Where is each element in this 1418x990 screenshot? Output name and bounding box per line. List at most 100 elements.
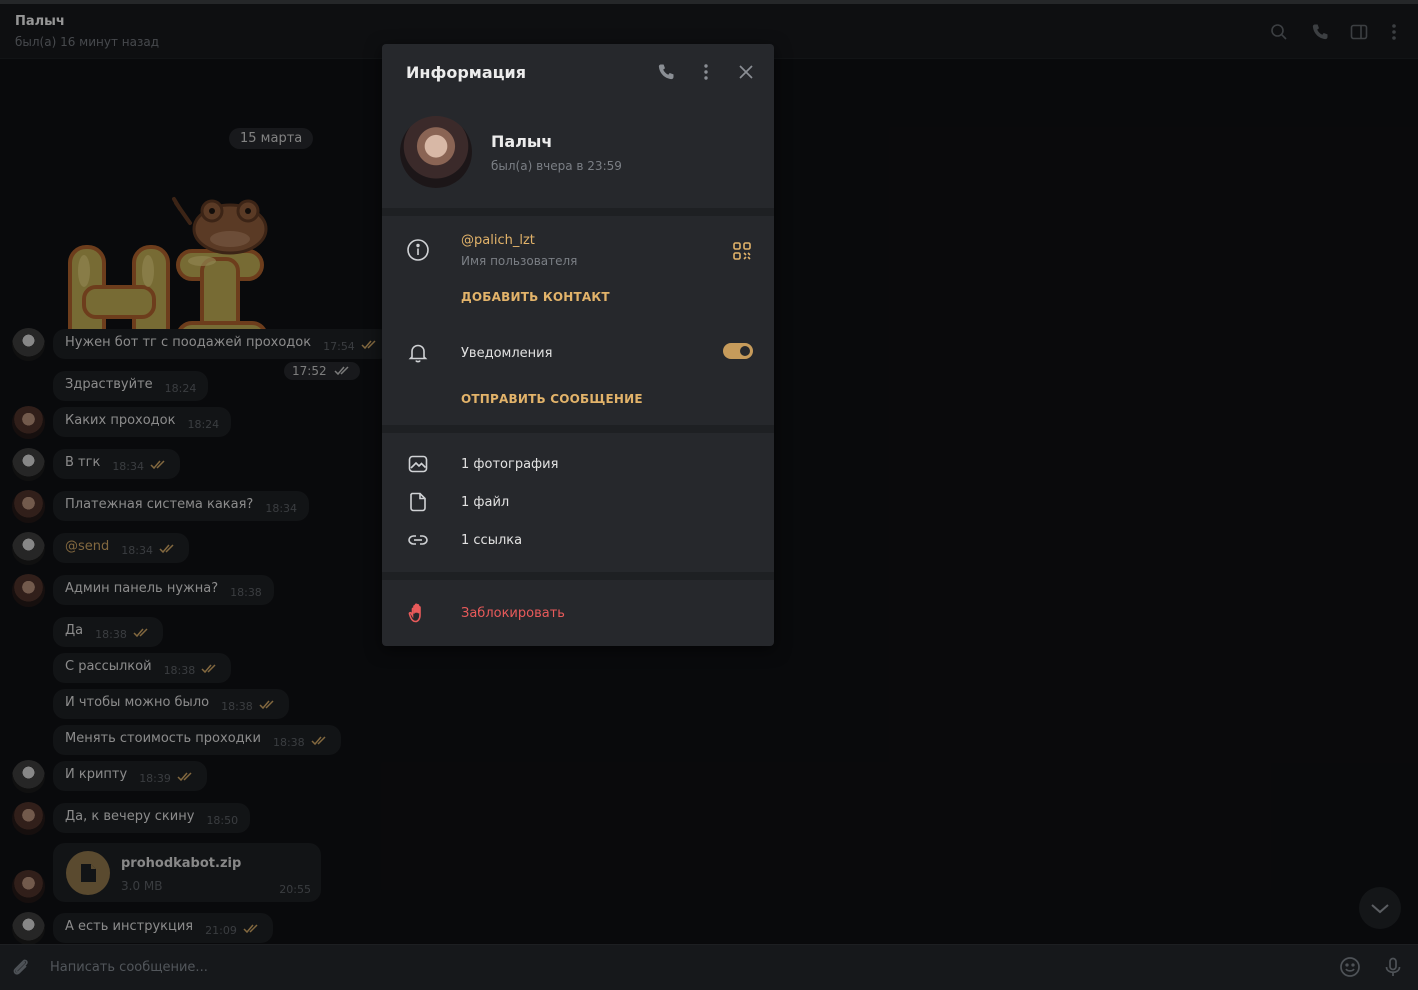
message-text: С рассылкой	[65, 659, 152, 674]
username-label: Имя пользователя	[461, 254, 578, 268]
avatar[interactable]	[12, 574, 45, 607]
message-time: 18:34	[112, 460, 145, 473]
section-divider	[382, 208, 774, 216]
message-time: 18:38	[163, 664, 196, 677]
mention-link[interactable]: @send	[65, 539, 109, 554]
scroll-to-bottom-button[interactable]	[1359, 887, 1401, 929]
message-time: 17:54	[323, 340, 355, 353]
message-composer: Написать сообщение...	[0, 944, 1418, 990]
message-text: А есть инструкция	[65, 919, 194, 934]
avatar[interactable]	[12, 490, 45, 523]
file-icon	[406, 490, 430, 514]
avatar[interactable]	[12, 802, 45, 835]
profile-name: Палыч	[491, 132, 553, 151]
send-message-button[interactable]: ОТПРАВИТЬ СООБЩЕНИЕ	[461, 392, 643, 406]
more-vertical-icon[interactable]	[1384, 22, 1404, 42]
phone-icon[interactable]	[1310, 22, 1330, 42]
attach-icon[interactable]	[10, 956, 32, 978]
read-ticks-icon	[150, 459, 168, 474]
avatar[interactable]	[12, 760, 45, 793]
message-text: Админ панель нужна?	[65, 581, 219, 596]
message-bubble[interactable]: @send 18:34	[53, 533, 189, 563]
notifications-label: Уведомления	[461, 346, 553, 361]
more-vertical-icon[interactable]	[696, 62, 716, 82]
message-time: 18:38	[95, 628, 127, 641]
read-ticks-icon	[201, 663, 219, 678]
phone-icon[interactable]	[656, 62, 676, 82]
block-user-button[interactable]: Заблокировать	[461, 606, 565, 621]
profile-avatar[interactable]	[400, 116, 472, 188]
read-ticks-icon	[311, 735, 329, 750]
date-divider: 15 марта	[229, 128, 314, 149]
close-icon[interactable]	[736, 62, 756, 82]
user-info-panel: Информация Палыч был(а) вчера в 23:59 @p…	[382, 44, 774, 646]
message-bubble[interactable]: Да 18:38	[53, 617, 163, 647]
message-text: Да	[65, 623, 84, 638]
links-count-link[interactable]: 1 ссылка	[461, 533, 522, 548]
message-text: В тгк	[65, 455, 101, 470]
photo-icon	[406, 452, 430, 476]
qr-code-icon[interactable]	[730, 239, 754, 263]
avatar[interactable]	[12, 532, 45, 565]
message-bubble[interactable]: Здраствуйте 18:24	[53, 371, 209, 401]
message-bubble[interactable]: И крипту 18:39	[53, 761, 207, 791]
message-time: 18:24	[164, 382, 197, 395]
microphone-icon[interactable]	[1382, 956, 1404, 978]
message-bubble[interactable]: Платежная система какая? 18:34	[53, 491, 310, 521]
message-text: Менять стоимость проходки	[65, 731, 261, 746]
bell-icon	[406, 341, 430, 365]
files-count-link[interactable]: 1 файл	[461, 495, 509, 510]
search-icon[interactable]	[1269, 22, 1289, 42]
avatar[interactable]	[12, 912, 45, 945]
message-time: 18:34	[121, 544, 153, 557]
profile-status: был(а) вчера в 23:59	[491, 159, 622, 173]
message-text: Платежная система какая?	[65, 497, 254, 512]
read-ticks-icon	[177, 771, 195, 786]
sidebar-toggle-icon[interactable]	[1349, 22, 1369, 42]
add-contact-button[interactable]: ДОБАВИТЬ КОНТАКТ	[461, 290, 610, 304]
info-icon	[406, 238, 430, 262]
message-time: 18:24	[187, 418, 220, 431]
notifications-toggle[interactable]	[723, 343, 753, 359]
section-divider	[382, 572, 774, 580]
photos-count-link[interactable]: 1 фотография	[461, 457, 558, 472]
toggle-knob	[738, 344, 752, 358]
message-text: Каких проходок	[65, 413, 176, 428]
message-time: 21:09	[205, 924, 237, 937]
message-text: И чтобы можно было	[65, 695, 210, 710]
message-text: Здраствуйте	[65, 377, 153, 392]
message-time: 20:55	[279, 883, 311, 896]
message-input[interactable]: Написать сообщение...	[50, 960, 208, 975]
message-time: 18:39	[139, 772, 171, 785]
message-time: 18:34	[265, 502, 298, 515]
read-ticks-icon	[159, 543, 177, 558]
avatar[interactable]	[12, 448, 45, 481]
message-bubble[interactable]: Менять стоимость проходки 18:38	[53, 725, 341, 755]
avatar[interactable]	[12, 406, 45, 439]
message-time: 18:38	[221, 700, 253, 713]
emoji-icon[interactable]	[1339, 956, 1361, 978]
section-divider	[382, 425, 774, 433]
file-message[interactable]: prohodkabot.zip 3.0 MB 20:55	[53, 843, 321, 902]
message-bubble[interactable]: Каких проходок 18:24	[53, 407, 232, 437]
sticker-time: 17:52	[284, 362, 361, 380]
avatar[interactable]	[12, 328, 45, 361]
message-bubble[interactable]: А есть инструкция 21:09	[53, 913, 273, 943]
message-text: И крипту	[65, 767, 128, 782]
message-bubble[interactable]: В тгк 18:34	[53, 449, 181, 479]
chat-status: был(а) 16 минут назад	[15, 35, 159, 49]
read-ticks-icon	[259, 699, 277, 714]
username-value[interactable]: @palich_lzt	[461, 233, 535, 248]
message-text: Нужен бот тг с поодажей проходок	[65, 335, 312, 350]
avatar[interactable]	[12, 870, 45, 903]
message-bubble[interactable]: Нужен бот тг с поодажей проходок 17:54	[53, 329, 391, 359]
file-name: prohodkabot.zip	[121, 856, 242, 871]
message-text: Да, к вечеру скину	[65, 809, 195, 824]
message-bubble[interactable]: И чтобы можно было 18:38	[53, 689, 289, 719]
file-download-icon[interactable]	[66, 851, 110, 895]
panel-title: Информация	[406, 63, 526, 82]
message-bubble[interactable]: Админ панель нужна? 18:38	[53, 575, 274, 605]
message-bubble[interactable]: Да, к вечеру скину 18:50	[53, 803, 251, 833]
message-bubble[interactable]: С рассылкой 18:38	[53, 653, 232, 683]
chat-title[interactable]: Палыч	[15, 14, 65, 29]
